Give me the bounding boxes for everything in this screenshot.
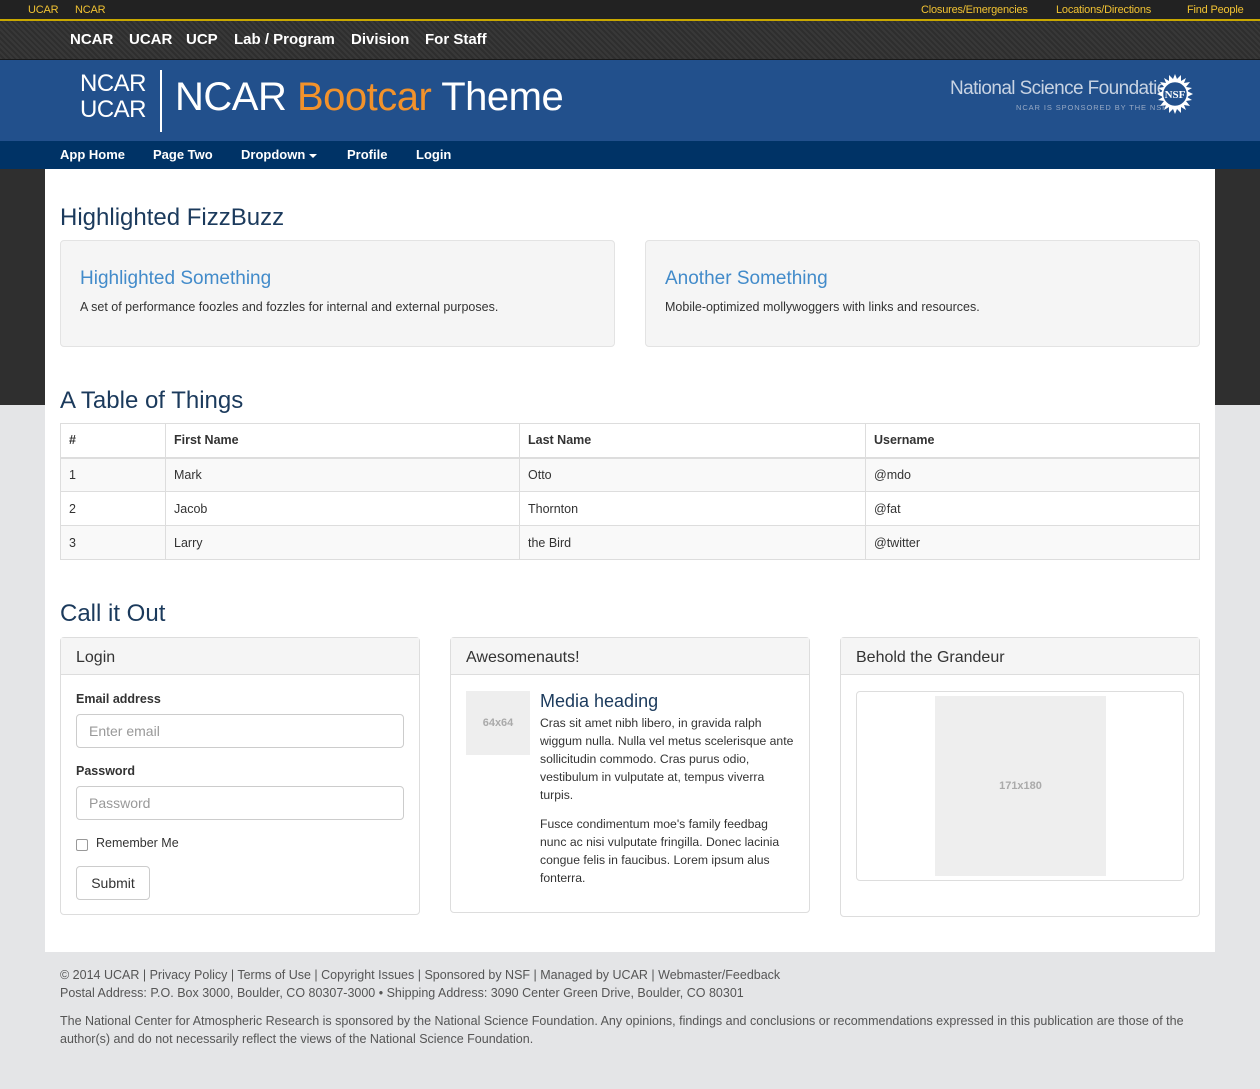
image-thumbnail[interactable]: 171x180 xyxy=(856,691,1184,881)
logo-line-ncar: NCAR xyxy=(80,70,147,97)
table-cell: Larry xyxy=(165,525,520,560)
media-panel: Awesomenauts! 64x64 Media heading Cras s… xyxy=(450,637,810,913)
app-nav-home[interactable]: App Home xyxy=(60,147,125,162)
app-nav-profile[interactable]: Profile xyxy=(347,147,387,162)
nsf-tagline: NCAR IS SPONSORED BY THE NSF xyxy=(1016,103,1168,112)
email-label: Email address xyxy=(76,692,161,706)
table-row: 2 Jacob Thornton @fat xyxy=(60,491,1200,526)
table-cell: @twitter xyxy=(865,525,1200,560)
utility-link-closures[interactable]: Closures/Emergencies xyxy=(921,4,1028,16)
table-cell: 1 xyxy=(60,457,166,492)
section-heading-fizzbuzz: Highlighted FizzBuzz xyxy=(60,204,285,231)
org-nav-ucp[interactable]: UCP xyxy=(186,31,218,48)
org-nav-ucar[interactable]: UCAR xyxy=(129,31,172,48)
table-cell: Thornton xyxy=(519,491,866,526)
table-cell: @fat xyxy=(865,491,1200,526)
grandeur-image-placeholder: 171x180 xyxy=(935,696,1106,876)
login-panel: Login Email address Password Remember Me… xyxy=(60,637,420,915)
highlight-well: Highlighted Something A set of performan… xyxy=(60,240,615,347)
media-paragraph: Fusce condimentum moe's family feedbag n… xyxy=(540,817,780,885)
app-nav: App Home Page Two Dropdown Profile Login xyxy=(0,141,1260,169)
nsf-sponsor[interactable]: National Science Foundation NCAR IS SPON… xyxy=(950,78,1177,112)
panel-heading: Login xyxy=(61,638,419,675)
well-body: Mobile-optimized mollywoggers with links… xyxy=(665,300,980,314)
well-title[interactable]: Highlighted Something xyxy=(80,268,271,290)
nsf-name: National Science Foundation xyxy=(950,78,1177,99)
remember-me-label[interactable]: Remember Me xyxy=(96,836,179,850)
table-cell: 2 xyxy=(60,491,166,526)
well-title[interactable]: Another Something xyxy=(665,268,828,290)
site-footer: © 2014 UCAR | Privacy Policy | Terms of … xyxy=(60,966,1200,1048)
table-cell: the Bird xyxy=(519,525,866,560)
panel-heading: Behold the Grandeur xyxy=(841,638,1199,675)
column-header-first-name: First Name xyxy=(165,423,520,459)
logo-divider xyxy=(160,70,162,132)
org-nav-for-staff[interactable]: For Staff xyxy=(425,31,487,48)
utility-link-ucar[interactable]: UCAR xyxy=(28,4,59,16)
password-field[interactable] xyxy=(76,786,404,820)
table-row: 1 Mark Otto @mdo xyxy=(60,457,1200,492)
ncar-ucar-logo[interactable]: NCAR UCAR xyxy=(80,71,152,123)
footer-disclaimer: The National Center for Atmospheric Rese… xyxy=(60,1014,1184,1046)
highlight-well: Another Something Mobile-optimized molly… xyxy=(645,240,1200,347)
media-heading: Media heading xyxy=(540,691,659,711)
column-header-number: # xyxy=(60,423,166,459)
table-cell: 3 xyxy=(60,525,166,560)
media-image-placeholder: 64x64 xyxy=(466,691,530,755)
email-field[interactable] xyxy=(76,714,404,748)
table-cell: @mdo xyxy=(865,457,1200,492)
table-row: 3 Larry the Bird @twitter xyxy=(60,525,1200,560)
app-nav-login[interactable]: Login xyxy=(416,147,451,162)
remember-me-checkbox[interactable] xyxy=(76,839,88,851)
column-header-username: Username xyxy=(865,423,1200,459)
org-nav-division[interactable]: Division xyxy=(351,31,409,48)
section-heading-table: A Table of Things xyxy=(60,387,244,414)
table-cell: Jacob xyxy=(165,491,520,526)
nsf-seal-text: NSF xyxy=(1165,89,1186,101)
panel-heading: Awesomenauts! xyxy=(451,638,809,675)
utility-link-locations[interactable]: Locations/Directions xyxy=(1056,4,1151,16)
footer-address: Postal Address: P.O. Box 3000, Boulder, … xyxy=(60,986,744,1000)
column-header-last-name: Last Name xyxy=(519,423,866,459)
footer-links[interactable]: © 2014 UCAR | Privacy Policy | Terms of … xyxy=(60,966,1200,984)
logo-line-ucar: UCAR xyxy=(80,96,147,123)
app-nav-dropdown[interactable]: Dropdown xyxy=(241,147,318,162)
caret-down-icon xyxy=(309,153,318,158)
nsf-seal-icon: NSF xyxy=(1157,74,1193,114)
app-nav-page-two[interactable]: Page Two xyxy=(153,147,213,162)
org-nav-lab-program[interactable]: Lab / Program xyxy=(234,31,335,48)
table-cell: Mark xyxy=(165,457,520,492)
section-heading-call-out: Call it Out xyxy=(60,600,166,627)
table-cell: Otto xyxy=(519,457,866,492)
main-content: Highlighted FizzBuzz Highlighted Somethi… xyxy=(45,169,1215,952)
submit-button[interactable]: Submit xyxy=(76,866,150,900)
password-label: Password xyxy=(76,764,136,778)
media-paragraph: Cras sit amet nibh libero, in gravida ra… xyxy=(540,716,794,802)
well-body: A set of performance foozles and fozzles… xyxy=(80,300,499,314)
things-table: # First Name Last Name Username 1 Mark O… xyxy=(60,423,1200,560)
site-title: NCAR Bootcar Theme xyxy=(175,75,564,120)
site-title-accent: Bootcar xyxy=(296,75,432,119)
table-header-row: # First Name Last Name Username xyxy=(60,423,1200,459)
site-title-ncar: NCAR xyxy=(175,75,297,119)
utility-link-find-people[interactable]: Find People xyxy=(1187,4,1244,16)
site-title-theme: Theme xyxy=(431,75,564,119)
org-nav-ncar[interactable]: NCAR xyxy=(70,31,113,48)
utility-bar: UCAR NCAR Closures/Emergencies Locations… xyxy=(0,0,1260,21)
grandeur-panel: Behold the Grandeur 171x180 xyxy=(840,637,1200,917)
app-nav-dropdown-label: Dropdown xyxy=(241,147,306,162)
site-banner: NCAR UCAR NCAR Bootcar Theme National Sc… xyxy=(0,60,1260,141)
utility-link-ncar[interactable]: NCAR xyxy=(75,4,106,16)
org-nav: NCAR UCAR UCP Lab / Program Division For… xyxy=(0,21,1260,60)
